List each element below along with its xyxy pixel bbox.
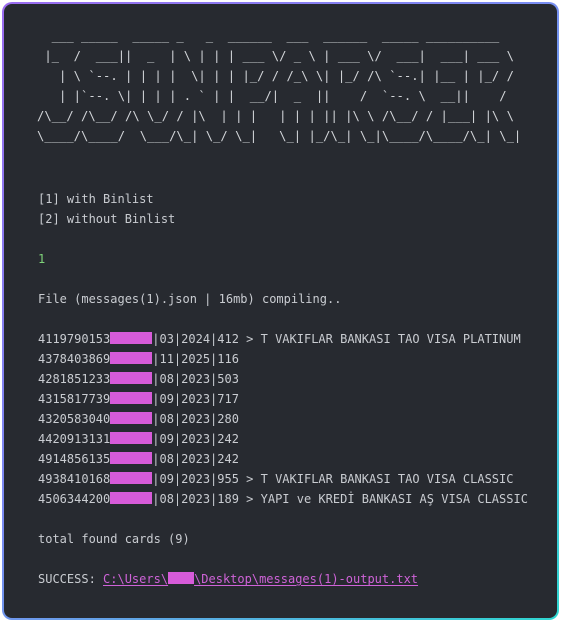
card-line: 4315817739 |09|2023|717 [38, 389, 557, 409]
status-line: File (messages(1).json | 16mb) compiling… [38, 292, 342, 306]
card-details: |08|2023|503 [152, 372, 239, 386]
card-bin: 4378403869 [38, 352, 111, 366]
card-bin: 4281851233 [38, 372, 111, 386]
banner-line: | |`--. \| | | | . ` | | __/| _ || / `--… [37, 89, 507, 103]
banner-line: | \ `--. | | | | \| | | |_/ / /_\ \| |_/… [37, 69, 514, 83]
user-input: 1 [38, 252, 46, 266]
card-details: |09|2023|717 [152, 392, 239, 406]
output-path-end: \Desktop\messages(1)-output.txt [194, 572, 419, 586]
card-details: |11|2025|116 [152, 352, 239, 366]
redaction-block [110, 452, 153, 464]
terminal-frame: ___ _____ _____ _ _ ______ ___ ______ __… [2, 2, 559, 620]
redaction-block [110, 332, 153, 344]
card-details: |08|2023|280 [152, 412, 239, 426]
ascii-banner: ___ _____ _____ _ _ ______ ___ ______ __… [37, 26, 557, 146]
card-bin: 4320583040 [38, 412, 111, 426]
redaction-block [110, 372, 153, 384]
redaction-block [110, 352, 153, 364]
output-file-link[interactable]: C:\Users\ \Desktop\messages(1)-output.txt [103, 572, 418, 586]
redaction-block [110, 472, 153, 484]
card-line: 4914856135 |08|2023|242 [38, 449, 557, 469]
banner-line: |_ / ___|| _ | \ | | | ___ \/ _ \ | ___ … [37, 49, 514, 63]
redaction-block [110, 412, 153, 424]
card-bin: 4506344200 [38, 492, 111, 506]
menu-option-1: [1] with Binlist [38, 192, 154, 206]
card-line: 4938410168 |09|2023|955 > T VAKIFLAR BANK… [38, 469, 557, 489]
card-bin: 4938410168 [38, 472, 111, 486]
card-line: 4119790153 |03|2024|412 > T VAKIFLAR BANK… [38, 329, 557, 349]
card-details: |08|2023|189 > YAPI ve KREDİ BANKASI AŞ … [152, 492, 528, 506]
banner-line: /\__/ /\__/ /\ \_/ / |\ | | | | | | || |… [37, 109, 514, 123]
card-line: 4420913131 |09|2023|242 [38, 429, 557, 449]
terminal-window[interactable]: ___ _____ _____ _ _ ______ ___ ______ __… [4, 4, 557, 618]
redaction-block [168, 572, 195, 584]
card-details: |09|2023|242 [152, 432, 239, 446]
card-line: 4320583040 |08|2023|280 [38, 409, 557, 429]
card-line: 4506344200 |08|2023|189 > YAPI ve KREDİ B… [38, 489, 557, 509]
menu-option-2: [2] without Binlist [38, 212, 176, 226]
card-line: 4281851233 |08|2023|503 [38, 369, 557, 389]
card-bin: 4119790153 [38, 332, 111, 346]
card-details: |03|2024|412 > T VAKIFLAR BANKASI TAO VI… [152, 332, 521, 346]
success-label: SUCCESS: [38, 572, 104, 586]
card-bin: 4315817739 [38, 392, 111, 406]
card-bin: 4420913131 [38, 432, 111, 446]
card-line: 4378403869 |11|2025|116 [38, 349, 557, 369]
output-path-start: C:\Users\ [103, 572, 169, 586]
redaction-block [110, 492, 153, 504]
banner-line: \____/\____/ \___/\_| \_/ \_| \_| |_/\_|… [37, 129, 522, 143]
banner-line: ___ _____ _____ _ _ ______ ___ ______ __… [37, 29, 500, 43]
card-list: 4119790153 |03|2024|412 > T VAKIFLAR BANK… [38, 329, 557, 509]
redaction-block [110, 392, 153, 404]
card-details: |09|2023|955 > T VAKIFLAR BANKASI TAO VI… [152, 472, 514, 486]
card-bin: 4914856135 [38, 452, 111, 466]
total-found-line: total found cards (9) [38, 532, 190, 546]
redaction-block [110, 432, 153, 444]
card-details: |08|2023|242 [152, 452, 239, 466]
success-line: SUCCESS: C:\Users\ \Desktop\messages(1)-o… [38, 569, 557, 589]
